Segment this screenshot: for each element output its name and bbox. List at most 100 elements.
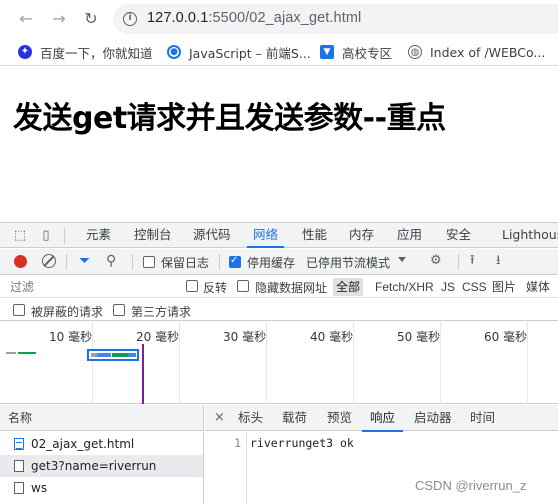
- request-bar: [6, 352, 16, 354]
- requests-column-header[interactable]: 名称: [0, 405, 204, 431]
- record-icon[interactable]: [14, 255, 27, 268]
- tab-memory[interactable]: 内存: [349, 223, 374, 247]
- tick-label: 60 毫秒: [484, 330, 528, 344]
- preserve-log-checkbox[interactable]: [143, 256, 155, 268]
- filter-input[interactable]: [4, 278, 172, 296]
- address-bar[interactable]: i 127.0.0.1:5500/02_ajax_get.html: [113, 4, 558, 34]
- websocket-file-icon: [14, 482, 24, 494]
- devtools-tabbar: ⬚ ▯ 元素 控制台 源代码 网络 性能 内存 应用 安全 Lighthouse: [0, 222, 558, 248]
- forward-arrow-icon[interactable]: →: [49, 9, 69, 29]
- tab-initiator[interactable]: 启动器: [414, 405, 452, 431]
- reload-icon[interactable]: ↻: [81, 9, 101, 29]
- bookmark-label: 百度一下，你就知道: [40, 45, 153, 61]
- throttling-select[interactable]: 已停用节流模式: [306, 254, 390, 271]
- tab-sources[interactable]: 源代码: [193, 223, 231, 247]
- network-toolbar: ⏷ ⚲ 保留日志 停用缓存 已停用节流模式 ⚙ ⭱ ⭳: [0, 249, 558, 275]
- baidu-icon: ✦: [18, 45, 32, 59]
- request-bar: [18, 352, 36, 354]
- tab-elements[interactable]: 元素: [86, 223, 111, 247]
- line-number-gutter: 1: [205, 432, 247, 504]
- device-toolbar-icon[interactable]: ▯: [38, 228, 54, 244]
- filter-type-css[interactable]: CSS: [459, 278, 490, 296]
- filter-type-xhr[interactable]: Fetch/XHR: [372, 278, 437, 296]
- site-icon: ●: [167, 45, 181, 59]
- bookmark-javascript[interactable]: ● JavaScript – 前端S...: [167, 43, 311, 61]
- third-party-checkbox[interactable]: [113, 304, 125, 316]
- back-arrow-icon[interactable]: ←: [16, 9, 36, 29]
- blocked-requests-checkbox[interactable]: [13, 304, 25, 316]
- hide-data-urls-checkbox[interactable]: [237, 280, 249, 292]
- disable-cache-checkbox[interactable]: [229, 255, 241, 268]
- request-name: 02_ajax_get.html: [31, 437, 135, 451]
- filter-icon[interactable]: ⏷: [79, 253, 90, 269]
- tab-preview[interactable]: 预览: [327, 405, 352, 431]
- blocked-requests-label: 被屏蔽的请求: [31, 305, 104, 319]
- request-row-html[interactable]: 02_ajax_get.html: [0, 433, 203, 455]
- divider: [458, 254, 459, 270]
- tab-network[interactable]: 网络: [246, 223, 285, 248]
- bookmark-label: Index of /WEBCo...: [430, 44, 546, 60]
- request-bar: [128, 353, 136, 357]
- download-icon[interactable]: ⭳: [496, 253, 501, 269]
- filter-type-media[interactable]: 媒体: [523, 278, 553, 296]
- school-icon: ▼: [320, 45, 334, 59]
- disable-cache-label: 停用缓存: [247, 256, 296, 270]
- close-icon[interactable]: ×: [214, 405, 225, 431]
- third-party-label: 第三方请求: [131, 305, 192, 319]
- network-overview[interactable]: 10 毫秒 20 毫秒 30 毫秒 40 毫秒 50 毫秒 60 毫秒: [0, 322, 558, 404]
- inspect-element-icon[interactable]: ⬚: [12, 228, 28, 244]
- document-icon: [14, 438, 24, 450]
- search-icon[interactable]: ⚲: [106, 253, 116, 269]
- tab-performance[interactable]: 性能: [302, 223, 327, 247]
- tab-timing[interactable]: 时间: [470, 405, 495, 431]
- filter-type-all[interactable]: 全部: [333, 278, 364, 296]
- bookmarks-bar: ✦ 百度一下，你就知道 ● JavaScript – 前端S... ▼ 高校专区…: [0, 38, 558, 66]
- site-info-icon[interactable]: i: [123, 12, 137, 26]
- tab-security[interactable]: 安全: [446, 223, 471, 247]
- preserve-log-label: 保留日志: [161, 256, 210, 270]
- tick-label: 20 毫秒: [136, 330, 180, 344]
- xhr-file-icon: [14, 460, 24, 472]
- filter-type-js[interactable]: JS: [438, 278, 458, 296]
- filter-bar: 反转 隐藏数据网址 全部 Fetch/XHR JS CSS 图片 媒体: [0, 276, 558, 298]
- watermark: CSDN @riverrun_z: [415, 478, 527, 493]
- page-heading: 发送get请求并且发送参数--重点: [13, 101, 446, 136]
- tab-response[interactable]: 响应: [361, 405, 404, 432]
- tab-payload[interactable]: 载荷: [282, 405, 307, 431]
- divider: [132, 254, 133, 270]
- request-row-get3[interactable]: get3?name=riverrun: [0, 455, 203, 477]
- filter-type-img[interactable]: 图片: [489, 278, 519, 296]
- divider: [64, 228, 65, 244]
- tab-headers[interactable]: 标头: [238, 405, 263, 431]
- globe-icon: ◍: [408, 45, 422, 59]
- clear-icon[interactable]: [42, 254, 56, 268]
- bookmark-label: JavaScript – 前端S...: [189, 45, 311, 61]
- tab-console[interactable]: 控制台: [134, 223, 172, 247]
- response-viewer[interactable]: 1 riverrunget3 ok: [205, 432, 558, 504]
- bookmark-index[interactable]: ◍ Index of /WEBCo...: [408, 43, 545, 61]
- request-bar: [112, 353, 128, 357]
- tab-application[interactable]: 应用: [397, 223, 422, 247]
- network-conditions-icon[interactable]: ⚙: [430, 253, 442, 269]
- grid-line: [179, 322, 180, 404]
- grid-line: [266, 322, 267, 404]
- tick-label: 30 毫秒: [223, 330, 267, 344]
- upload-icon[interactable]: ⭱: [470, 253, 475, 269]
- tab-lighthouse[interactable]: Lighthouse: [502, 223, 558, 247]
- request-row-ws[interactable]: ws: [0, 477, 203, 499]
- line-number: 1: [234, 436, 241, 450]
- response-line: riverrunget3 ok: [250, 436, 354, 450]
- browser-address-row: ← → ↻ i 127.0.0.1:5500/02_ajax_get.html: [0, 0, 558, 38]
- invert-checkbox[interactable]: [186, 280, 198, 292]
- url-text[interactable]: 127.0.0.1:5500/02_ajax_get.html: [147, 10, 361, 26]
- request-bar: [97, 353, 111, 357]
- divider: [219, 254, 220, 270]
- grid-line: [353, 322, 354, 404]
- bookmark-baidu[interactable]: ✦ 百度一下，你就知道: [18, 43, 153, 61]
- divider: [66, 254, 67, 270]
- chevron-down-icon[interactable]: [398, 257, 406, 262]
- bookmark-school[interactable]: ▼ 高校专区: [320, 43, 392, 61]
- filter-bar-secondary: 被屏蔽的请求 第三方请求: [0, 299, 558, 321]
- invert-label: 反转: [203, 281, 228, 295]
- request-detail-tabbar: × 标头 载荷 预览 响应 启动器 时间: [205, 405, 558, 432]
